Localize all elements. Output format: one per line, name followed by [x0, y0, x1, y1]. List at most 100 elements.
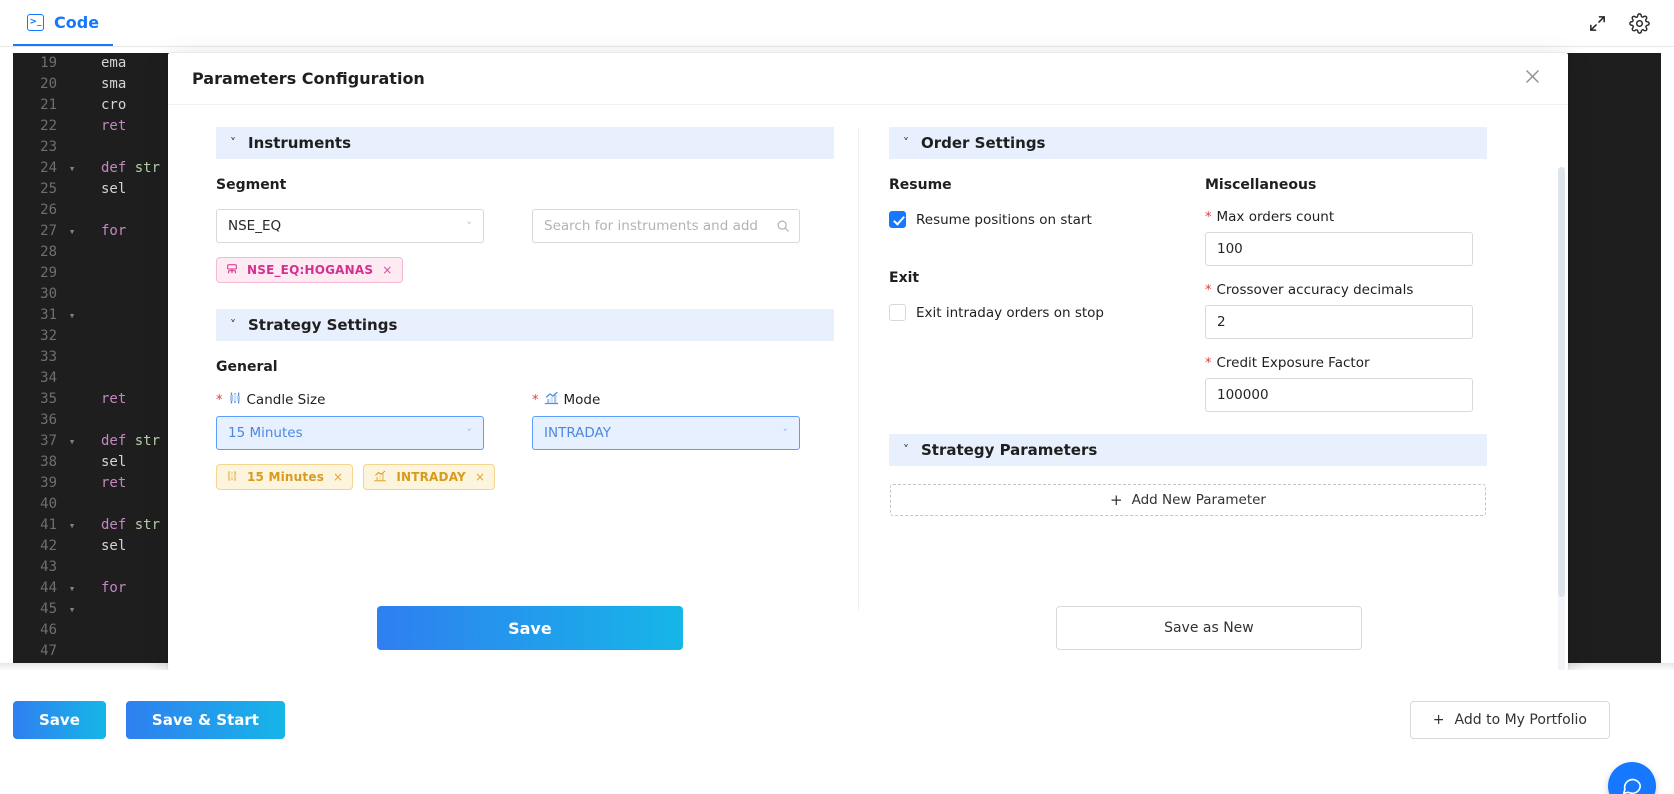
left-column: ˅ Instruments Segment NSE_EQ ˅ Search fo… [168, 127, 858, 670]
section-order-settings[interactable]: ˅ Order Settings [889, 127, 1487, 159]
mode-tag[interactable]: INTRADAY × [363, 464, 496, 490]
close-icon[interactable]: × [382, 263, 392, 277]
fold-toggle-icon [65, 116, 79, 137]
code-text: def str [101, 517, 161, 533]
candle-size-tag[interactable]: 15 Minutes × [216, 464, 354, 490]
fold-toggle-icon[interactable]: ▾ [65, 515, 79, 536]
fold-toggle-icon[interactable]: ▾ [65, 221, 79, 242]
miscellaneous-label: Miscellaneous [1205, 177, 1317, 193]
chevron-down-icon: ˅ [466, 426, 473, 440]
exit-intraday-label: Exit intraday orders on stop [916, 304, 1104, 321]
close-icon[interactable]: × [475, 470, 485, 484]
segment-select-value: NSE_EQ [228, 218, 282, 234]
segment-select[interactable]: NSE_EQ ˅ [216, 209, 484, 243]
required-marker: * [1205, 209, 1212, 225]
strategy-parameters-body: + Add New Parameter [889, 484, 1487, 516]
close-icon[interactable]: × [333, 470, 343, 484]
bottom-save-button[interactable]: Save [13, 701, 106, 739]
credit-exposure-label: Credit Exposure Factor [1216, 355, 1370, 371]
save-as-new-button[interactable]: Save as New [1055, 606, 1362, 650]
chevron-down-icon: ˅ [782, 426, 789, 440]
gear-icon[interactable] [1629, 12, 1650, 34]
max-orders-count-label: Max orders count [1216, 209, 1335, 225]
exit-label: Exit [889, 270, 920, 286]
modal-footer-left: Save [216, 606, 868, 650]
modal-scrollbar[interactable] [1558, 167, 1565, 670]
instrument-search-field [532, 209, 800, 243]
plus-icon: + [1432, 712, 1445, 728]
candle-size-tag-label: 15 Minutes [247, 470, 325, 484]
section-strategy-parameters[interactable]: ˅ Strategy Parameters [889, 434, 1487, 466]
fold-toggle-icon[interactable]: ▾ [65, 158, 79, 179]
fold-toggle-icon[interactable]: ▾ [65, 305, 79, 326]
line-number: 37 [13, 431, 65, 452]
expand-icon[interactable] [1588, 14, 1607, 33]
section-strategy-parameters-label: Strategy Parameters [921, 441, 1098, 459]
close-icon[interactable] [1521, 65, 1544, 92]
code-text: ema [101, 55, 127, 71]
required-marker: * [216, 392, 223, 408]
mode-select[interactable]: INTRADAY ˅ [532, 416, 800, 450]
max-orders-count-input[interactable] [1205, 232, 1473, 266]
line-number: 47 [13, 641, 65, 662]
line-number: 21 [13, 95, 65, 116]
exit-intraday-checkbox[interactable]: Exit intraday orders on stop [889, 304, 1157, 321]
fold-toggle-icon[interactable]: ▾ [65, 599, 79, 620]
search-icon [776, 218, 790, 237]
line-number: 26 [13, 200, 65, 221]
code-text: def str [101, 433, 161, 449]
required-marker: * [1205, 282, 1212, 298]
page-title: Parameters Configuration [192, 69, 425, 88]
save-button[interactable]: Save [376, 606, 683, 650]
fold-toggle-icon [65, 95, 79, 116]
fold-toggle-icon [65, 368, 79, 389]
instrument-tag[interactable]: NSE_EQ:HOGANAS × [216, 257, 403, 283]
segment-label: Segment [216, 177, 287, 193]
chat-icon[interactable] [1608, 762, 1656, 794]
crossover-accuracy-label-row: * Crossover accuracy decimals [1205, 282, 1473, 298]
modal-scrollbar-thumb[interactable] [1558, 167, 1565, 597]
line-number: 25 [13, 179, 65, 200]
crossover-accuracy-input[interactable] [1205, 305, 1473, 339]
candlestick-icon [226, 470, 238, 485]
fold-toggle-icon [65, 284, 79, 305]
credit-exposure-field: * Credit Exposure Factor [1205, 355, 1473, 412]
mode-tag-label: INTRADAY [396, 470, 466, 484]
credit-exposure-input[interactable] [1205, 378, 1473, 412]
fold-toggle-icon[interactable]: ▾ [65, 431, 79, 452]
section-instruments-label: Instruments [248, 134, 352, 152]
section-strategy-settings-label: Strategy Settings [248, 316, 398, 334]
resume-positions-checkbox[interactable]: Resume positions on start [889, 211, 1157, 228]
add-to-my-portfolio-button[interactable]: + Add to My Portfolio [1409, 701, 1610, 739]
search-input[interactable] [532, 209, 800, 243]
chevron-down-icon: ˅ [903, 443, 909, 457]
chevron-down-icon: ˅ [466, 219, 473, 233]
tab-code[interactable]: >_ Code [13, 0, 114, 46]
resume-label: Resume [889, 177, 952, 193]
credit-exposure-label-row: * Credit Exposure Factor [1205, 355, 1473, 371]
add-new-parameter-button[interactable]: + Add New Parameter [890, 484, 1486, 516]
candle-size-field: * Candle Size 15 Minutes ˅ [216, 391, 484, 450]
checkbox-box [889, 211, 906, 228]
code-text: cro [101, 97, 127, 113]
code-text: sma [101, 76, 127, 92]
fold-toggle-icon[interactable]: ▾ [65, 578, 79, 599]
candle-size-select[interactable]: 15 Minutes ˅ [216, 416, 484, 450]
code-text: for [101, 580, 127, 596]
fold-toggle-icon [65, 494, 79, 515]
instrument-tag-list: NSE_EQ:HOGANAS × [216, 257, 834, 283]
bottom-save-and-start-button[interactable]: Save & Start [125, 701, 285, 739]
section-instruments[interactable]: ˅ Instruments [216, 127, 834, 159]
section-strategy-settings[interactable]: ˅ Strategy Settings [216, 309, 834, 341]
line-number: 35 [13, 389, 65, 410]
line-number: 22 [13, 116, 65, 137]
fold-toggle-icon [65, 74, 79, 95]
line-number: 45 [13, 599, 65, 620]
modal-header: Parameters Configuration [168, 53, 1568, 105]
bar-chart-icon [373, 470, 387, 485]
chevron-down-icon: ˅ [903, 136, 909, 150]
